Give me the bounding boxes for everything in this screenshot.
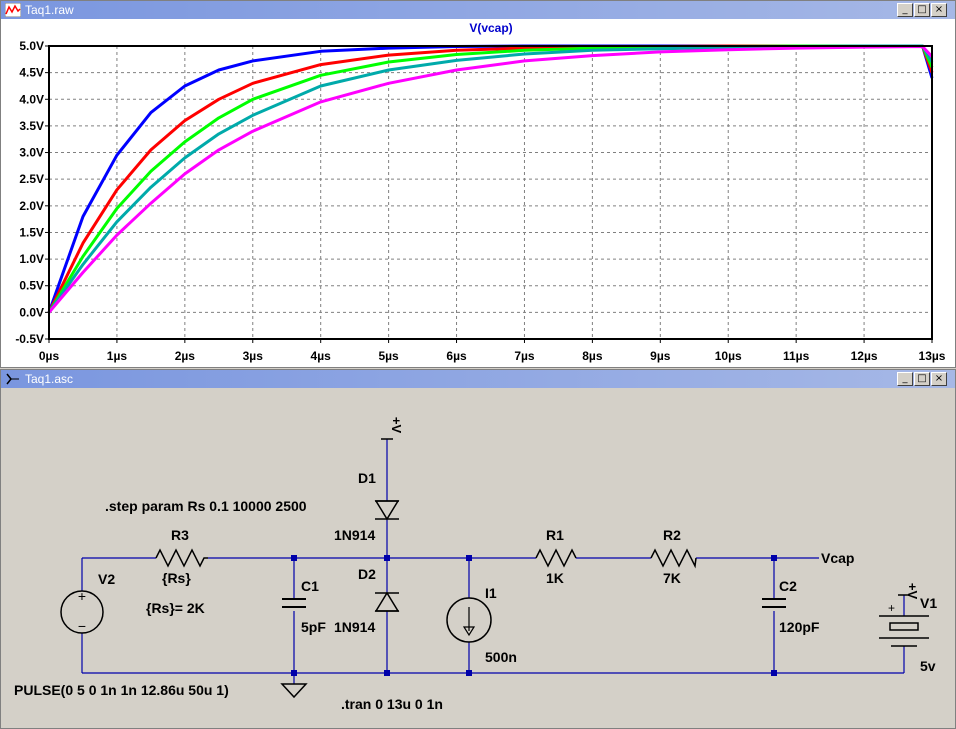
x-tick-label: 12µs: [851, 349, 878, 363]
y-tick-label: 4.0V: [19, 92, 44, 106]
maximize-button[interactable]: □: [914, 372, 930, 386]
x-tick-label: 10µs: [715, 349, 742, 363]
x-tick-label: 11µs: [783, 349, 810, 363]
x-tick-label: 13µs: [919, 349, 946, 363]
x-tick-label: 1µs: [107, 349, 128, 363]
y-tick-label: 0.0V: [19, 305, 44, 319]
i1-name[interactable]: I1: [485, 585, 497, 601]
r3-name[interactable]: R3: [171, 527, 189, 543]
x-tick-label: 4µs: [311, 349, 332, 363]
close-button[interactable]: ×: [931, 3, 947, 17]
schematic-window-title: Taq1.asc: [25, 372, 74, 386]
y-tick-label: 0.5V: [19, 279, 44, 293]
v1-plus-sign: +: [888, 601, 895, 615]
waveform-plot[interactable]: V(vcap) 0µs 1µs 2µs 3µs 4µs 5µs 6µs 7µs 8µs 9µs 10…: [1, 19, 955, 367]
y-tick-label: 3.5V: [19, 119, 44, 133]
v2-value[interactable]: PULSE(0 5 0 1n 1n 12.86u 50u 1): [14, 682, 229, 698]
v2-minus-sign: −: [78, 618, 86, 634]
y-tick-label: 4.5V: [19, 66, 44, 80]
x-tick-label: 5µs: [378, 349, 399, 363]
minimize-button[interactable]: _: [897, 3, 913, 17]
x-tick-label: 9µs: [650, 349, 671, 363]
schematic-canvas[interactable]: + − V2 PULSE(0 5 0 1n 1n 12.86u 50u 1) R…: [4, 390, 952, 726]
c2-value[interactable]: 120pF: [779, 619, 820, 635]
y-tick-label: 3.0V: [19, 146, 44, 160]
r3-value[interactable]: {Rs}: [162, 570, 191, 586]
plot-window-title: Taq1.raw: [25, 3, 74, 17]
v1-value[interactable]: 5v: [920, 658, 936, 674]
c2-name[interactable]: C2: [779, 578, 797, 594]
x-tick-label: 8µs: [582, 349, 603, 363]
v2-name[interactable]: V2: [98, 571, 115, 587]
y-tick-label: 5.0V: [19, 39, 44, 53]
r1-name[interactable]: R1: [546, 527, 564, 543]
schematic-window-titlebar[interactable]: Taq1.asc _ □ ×: [1, 370, 955, 388]
maximize-button[interactable]: □: [914, 3, 930, 17]
plot-window[interactable]: Taq1.raw _ □ × V(vcap) 0µs 1µs 2µs 3µs 4µs 5µ…: [0, 0, 956, 368]
c1-name[interactable]: C1: [301, 578, 319, 594]
waveform-icon: [5, 3, 21, 17]
r2-value[interactable]: 7K: [663, 570, 681, 586]
net-label-vcap[interactable]: Vcap: [821, 550, 854, 566]
y-tick-label: 1.5V: [19, 225, 44, 239]
d1-value[interactable]: 1N914: [334, 527, 375, 543]
rs-label[interactable]: {Rs}= 2K: [146, 600, 205, 616]
schematic-icon: [6, 373, 19, 385]
y-tick-label: 1.0V: [19, 252, 44, 266]
r2-name[interactable]: R2: [663, 527, 681, 543]
d2-value[interactable]: 1N914: [334, 619, 375, 635]
v2-plus-sign: +: [78, 588, 86, 604]
d1-name[interactable]: D1: [358, 470, 376, 486]
close-button[interactable]: ×: [931, 372, 947, 386]
x-tick-label: 3µs: [243, 349, 264, 363]
v1-name[interactable]: V1: [920, 595, 937, 611]
i1-value[interactable]: 500n: [485, 649, 517, 665]
x-tick-label: 6µs: [446, 349, 467, 363]
x-tick-label: 7µs: [514, 349, 535, 363]
d2-name[interactable]: D2: [358, 566, 376, 582]
y-tick-label: 2.0V: [19, 199, 44, 213]
vplus-top-label: +V: [389, 417, 404, 434]
y-tick-label: -0.5V: [15, 332, 44, 346]
schematic-window[interactable]: Taq1.asc _ □ × + − V2 PULSE(0 5 0 1n 1n …: [0, 369, 956, 729]
minimize-button[interactable]: _: [897, 372, 913, 386]
step-directive[interactable]: .step param Rs 0.1 10000 2500: [105, 498, 307, 514]
trace-label[interactable]: V(vcap): [469, 21, 512, 35]
tran-directive[interactable]: .tran 0 13u 0 1n: [341, 696, 443, 712]
c1-value[interactable]: 5pF: [301, 619, 326, 635]
x-tick-label: 2µs: [175, 349, 196, 363]
vplus-v1-label: +V: [905, 583, 920, 600]
r1-value[interactable]: 1K: [546, 570, 564, 586]
x-tick-label: 0µs: [39, 349, 60, 363]
y-tick-label: 2.5V: [19, 172, 44, 186]
plot-window-titlebar[interactable]: Taq1.raw _ □ ×: [1, 1, 955, 19]
